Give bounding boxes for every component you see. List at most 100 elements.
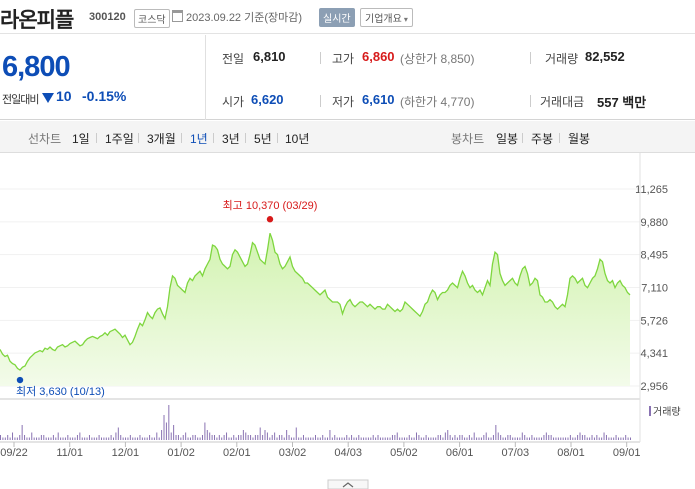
volume-bar [492,435,494,440]
volume-bar [254,435,256,440]
divider [205,35,206,120]
price-chart[interactable]: 11,265 9,880 8,495 7,110 5,726 4,341 2,956 최고 … [0,153,695,489]
upper-limit: (상한가 8,850) [400,52,475,66]
tab-1w[interactable]: 1주일 [105,130,134,147]
volume-bar [199,437,201,440]
high-marker [266,216,274,223]
volume-bar [615,435,617,440]
volume-bar [115,432,117,440]
volume-bar [295,427,297,440]
stock-name: 라온피플 [0,9,74,32]
volume-bar [353,437,355,440]
tab-daily[interactable]: 일봉 [496,130,518,147]
volume-bar [4,437,6,440]
volume-bar [461,435,463,440]
volume-bar [351,435,353,440]
scroll-handle-box [327,479,369,489]
volume-bar [593,437,595,440]
volume-bar [449,435,451,440]
volume-bar [437,435,439,440]
volume-bar [250,435,252,440]
volume-bar [447,430,449,440]
volume-bar [93,437,95,440]
tab-10y[interactable]: 10년 [285,130,309,147]
volume-bar [507,435,509,440]
volume-bar [622,437,624,440]
volume-bar [495,425,497,440]
volume-bar [346,435,348,440]
volume-bar [238,435,240,440]
volume-bar [230,437,232,440]
volume-bar [216,437,218,440]
x-tick-label: 07/03 [502,447,530,459]
volume-label: 거래량 [545,52,579,66]
company-overview-dropdown[interactable]: 기업개요 ▾ [360,8,413,27]
volume-bar [302,435,304,440]
volume-bar [456,437,458,440]
volume-bar [52,435,54,440]
volume-bar [161,430,163,440]
volume-bar [625,435,627,440]
prev-close-value: 6,810 [253,49,286,64]
volume-bar [348,437,350,440]
volume-bar [218,435,220,440]
volume-bar [194,435,196,440]
volume-bar [38,437,40,440]
scroll-handle[interactable] [327,479,369,489]
volume-bar [228,437,230,440]
tab-3y[interactable]: 3년 [222,130,240,147]
volume-bar [399,437,401,440]
volume-bar [442,437,444,440]
volume-bar [168,405,170,440]
volume-bar [88,435,90,440]
volume-bar [317,437,319,440]
volume-bar [45,437,47,440]
volume-bar [521,432,523,440]
tab-3m[interactable]: 3개월 [147,130,176,147]
volume-bar [182,435,184,440]
volume-bar [36,437,38,440]
volume-bar [375,437,377,440]
volume-bar [192,435,194,440]
tab-weekly[interactable]: 주봉 [531,130,553,147]
volume-bar [197,437,199,440]
volume-bar [26,437,28,440]
volume-bar [211,435,213,440]
volume-bar [247,435,249,440]
volume-bar [480,437,482,440]
volume-bar [533,437,535,440]
volume-legend-label: 거래량 [653,406,681,418]
volume-bar [319,437,321,440]
volume-bar [122,437,124,440]
volume-bar [153,437,155,440]
high-annotation: 최고 10,370 (03/29) [223,199,318,212]
tab-1y[interactable]: 1년 [190,130,208,147]
volume-bar [394,435,396,440]
divider [320,95,321,107]
x-tick-label: 12/01 [112,447,140,459]
volume-bar [411,437,413,440]
volume-value: 82,552 [585,49,625,64]
tab-monthly[interactable]: 월봉 [568,130,590,147]
realtime-button[interactable]: 실시간 [319,8,355,27]
volume-bar [610,437,612,440]
volume-bar [33,437,35,440]
low-value: 6,610 [362,92,395,107]
volume-bar [387,437,389,440]
volume-bar [420,437,422,440]
volume-bar [127,437,129,440]
volume-bar [43,435,45,440]
volume-bar [98,435,100,440]
volume-bar [384,437,386,440]
volume-bar [509,435,511,440]
volume-bar [290,437,292,440]
volume-bar [72,437,74,440]
volume-bar [204,422,206,440]
volume-bar [60,437,62,440]
x-tick-label: 11/01 [56,447,83,459]
volume-bar [120,435,122,440]
tab-1d[interactable]: 1일 [72,130,90,147]
tab-5y[interactable]: 5년 [254,130,272,147]
volume-bar [389,437,391,440]
volume-bar [440,435,442,440]
